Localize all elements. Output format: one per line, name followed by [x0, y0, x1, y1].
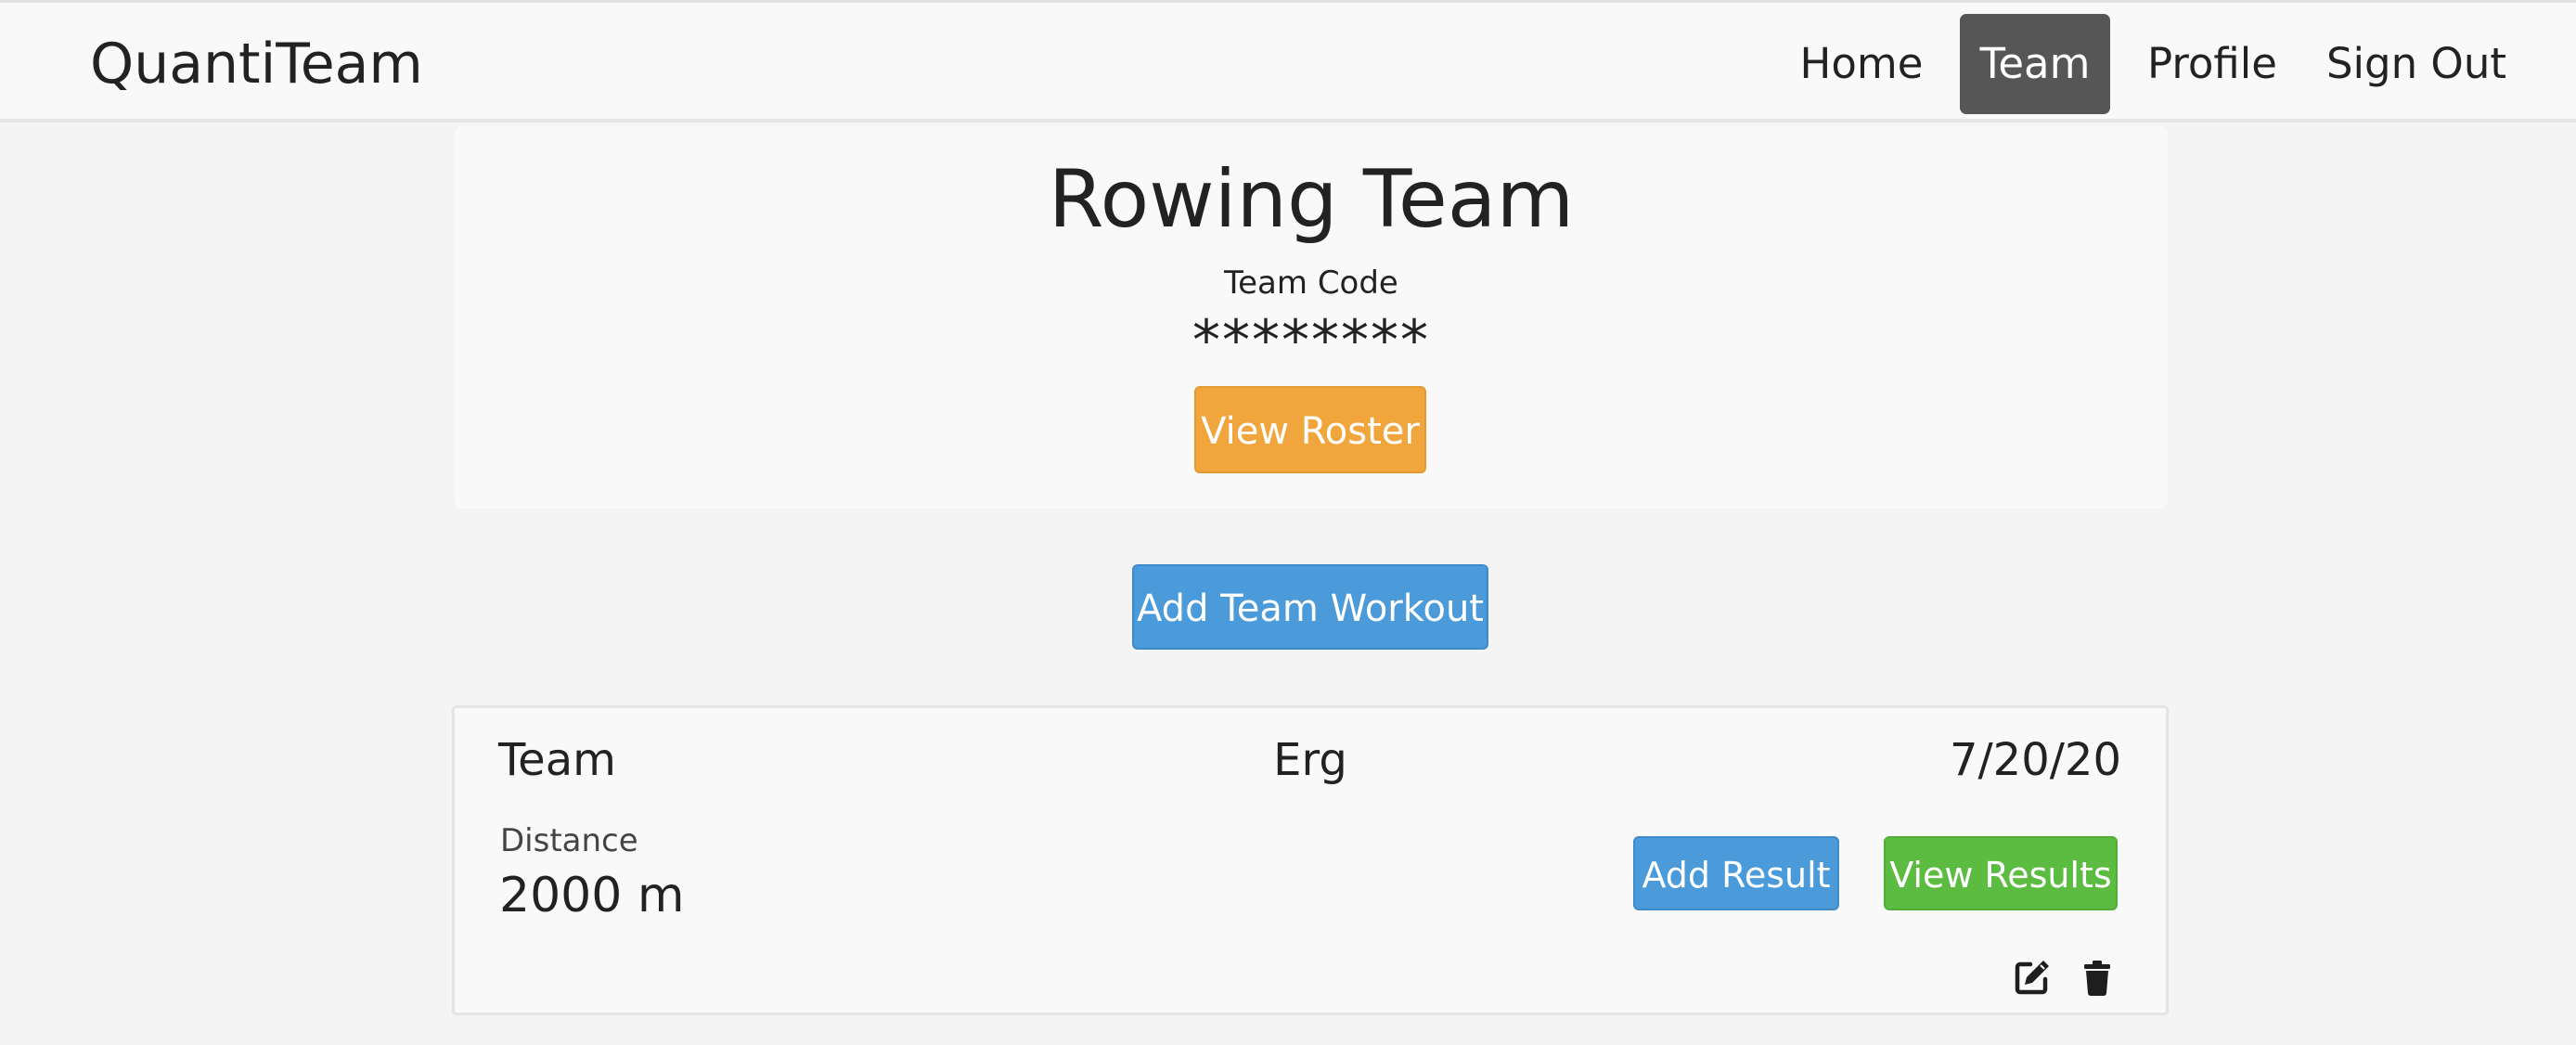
edit-icon[interactable] [2012, 957, 2053, 998]
nav-sign-out[interactable]: Sign Out [2322, 14, 2511, 114]
view-roster-button[interactable]: View Roster [1194, 386, 1426, 473]
workout-metric-value: 2000 m [499, 868, 685, 923]
nav-profile[interactable]: Profile [2136, 14, 2288, 114]
team-header-card: Rowing Team Team Code ******** View Rost… [455, 126, 2168, 509]
add-team-workout-button[interactable]: Add Team Workout [1132, 564, 1488, 650]
workout-date: 7/20/20 [1949, 734, 2121, 786]
nav-home[interactable]: Home [1789, 14, 1934, 114]
brand-logo[interactable]: QuantiTeam [90, 27, 423, 101]
team-name: Rowing Team [1048, 153, 1575, 246]
add-result-button[interactable]: Add Result [1633, 836, 1839, 910]
top-navbar: QuantiTeam Home Team Profile Sign Out [0, 0, 2576, 123]
team-code-value: ******** [1192, 308, 1430, 373]
workout-kind: Erg [1273, 734, 1347, 786]
workout-card: Team Erg 7/20/20 Distance 2000 m Add Res… [452, 705, 2169, 1015]
nav-team[interactable]: Team [1960, 14, 2110, 114]
workout-metric-label: Distance [500, 822, 638, 859]
trash-icon[interactable] [2077, 957, 2118, 998]
team-code-label: Team Code [1224, 264, 1398, 302]
view-results-button[interactable]: View Results [1884, 836, 2118, 910]
